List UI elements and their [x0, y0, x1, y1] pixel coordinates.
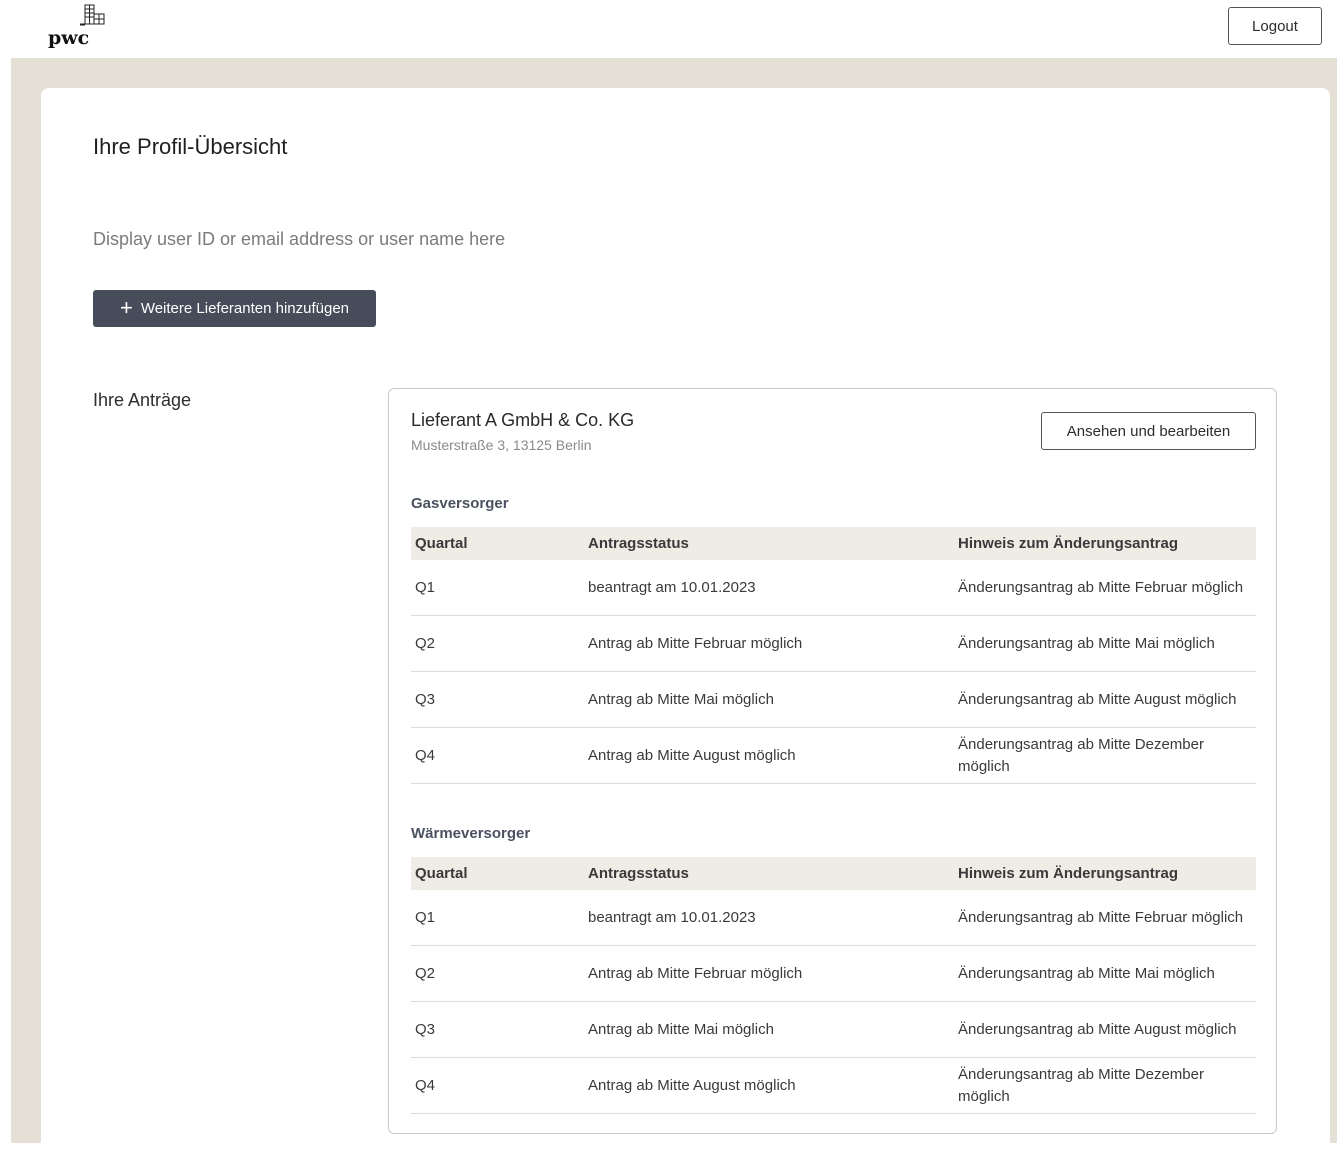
note-cell: Änderungsantrag ab Mitte Mai möglich: [958, 964, 1215, 982]
plus-icon: +: [119, 294, 133, 320]
supplier-address: Musterstraße 3, 13125 Berlin: [411, 437, 592, 453]
group-title-heat: Wärmeversorger: [411, 825, 531, 842]
quarter-cell: Q1: [415, 908, 436, 926]
group-title-gas: Gasversorger: [411, 495, 509, 512]
status-cell: Antrag ab Mitte Mai möglich: [588, 690, 774, 708]
add-supplier-label: Weitere Lieferanten hinzufügen: [140, 300, 350, 317]
user-id-text: Display user ID or email address or user…: [93, 229, 506, 249]
note-cell: Änderungsantrag ab Mitte Februar möglich: [958, 578, 1244, 596]
supplier-card: Lieferant A GmbH & Co. KG Musterstraße 3…: [388, 388, 1277, 1134]
quarter-cell: Q2: [415, 634, 436, 652]
view-edit-button[interactable]: Ansehen und bearbeiten: [1041, 412, 1256, 450]
table-header: Quartal Antragsstatus Hinweis zum Änderu…: [411, 857, 1256, 890]
status-cell: Antrag ab Mitte Mai möglich: [588, 1020, 774, 1038]
heat-table: Quartal Antragsstatus Hinweis zum Änderu…: [411, 857, 1256, 1114]
building-logo-icon: [80, 4, 105, 26]
status-cell: Antrag ab Mitte August möglich: [588, 1076, 796, 1094]
table-row: Q4 Antrag ab Mitte August möglich Änderu…: [411, 1058, 1256, 1114]
table-row: Q1 beantragt am 10.01.2023 Änderungsantr…: [411, 890, 1256, 946]
status-cell: Antrag ab Mitte Februar möglich: [588, 634, 803, 652]
status-cell: Antrag ab Mitte August möglich: [588, 746, 796, 764]
logout-button[interactable]: Logout: [1228, 7, 1322, 45]
table-row: Q3 Antrag ab Mitte Mai möglich Änderungs…: [411, 1002, 1256, 1058]
column-header-status: Antragsstatus: [588, 534, 689, 552]
note-cell: Änderungsantrag ab Mitte Dezember möglic…: [958, 735, 1204, 775]
status-cell: beantragt am 10.01.2023: [588, 908, 756, 926]
table-row: Q2 Antrag ab Mitte Februar möglich Änder…: [411, 946, 1256, 1002]
quarter-cell: Q3: [415, 690, 436, 708]
quarter-cell: Q4: [415, 746, 436, 764]
column-header-note: Hinweis zum Änderungsantrag: [958, 864, 1179, 882]
note-cell: Änderungsantrag ab Mitte August möglich: [958, 690, 1237, 708]
note-cell: Änderungsantrag ab Mitte Dezember möglic…: [958, 1065, 1204, 1105]
table-row: Q3 Antrag ab Mitte Mai möglich Änderungs…: [411, 672, 1256, 728]
table-row: Q1 beantragt am 10.01.2023 Änderungsantr…: [411, 560, 1256, 616]
column-header-quarter: Quartal: [415, 534, 468, 552]
quarter-cell: Q2: [415, 964, 436, 982]
logo-wordmark: pwc: [48, 27, 90, 49]
status-cell: beantragt am 10.01.2023: [588, 578, 756, 596]
quarter-cell: Q4: [415, 1076, 436, 1094]
table-row: Q2 Antrag ab Mitte Februar möglich Änder…: [411, 616, 1256, 672]
column-header-note: Hinweis zum Änderungsantrag: [958, 534, 1179, 552]
column-header-quarter: Quartal: [415, 864, 468, 882]
applications-heading: Ihre Anträge: [93, 390, 192, 410]
page-title: Ihre Profil-Übersicht: [93, 134, 288, 159]
note-cell: Änderungsantrag ab Mitte Februar möglich: [958, 908, 1244, 926]
pwc-logo[interactable]: pwc: [48, 4, 112, 48]
note-cell: Änderungsantrag ab Mitte Mai möglich: [958, 634, 1215, 652]
gas-table: Quartal Antragsstatus Hinweis zum Änderu…: [411, 527, 1256, 784]
status-cell: Antrag ab Mitte Februar möglich: [588, 964, 803, 982]
note-cell: Änderungsantrag ab Mitte August möglich: [958, 1020, 1237, 1038]
table-row: Q4 Antrag ab Mitte August möglich Änderu…: [411, 728, 1256, 784]
table-header: Quartal Antragsstatus Hinweis zum Änderu…: [411, 527, 1256, 560]
column-header-status: Antragsstatus: [588, 864, 689, 882]
supplier-name: Lieferant A GmbH & Co. KG: [411, 410, 635, 430]
quarter-cell: Q3: [415, 1020, 436, 1038]
top-header: pwc Logout: [0, 0, 1337, 58]
quarter-cell: Q1: [415, 578, 436, 596]
add-supplier-button[interactable]: + Weitere Lieferanten hinzufügen: [93, 290, 376, 327]
